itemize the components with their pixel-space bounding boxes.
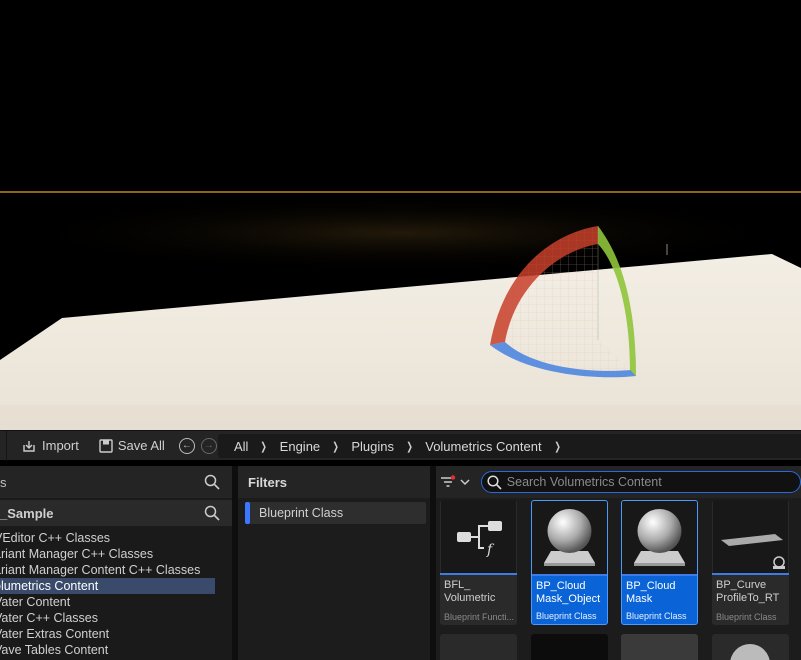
content-browser-toolbar: Import Save All ← → All ❯ Engine ❯ Plugins…	[0, 430, 801, 461]
tree-item[interactable]: Vave Tables Content	[0, 642, 215, 658]
asset-tile[interactable]	[712, 634, 789, 660]
sphere-icon	[730, 644, 770, 660]
tree-item[interactable]: Vater C++ Classes	[0, 610, 215, 626]
asset-type: Blueprint Class	[536, 611, 597, 621]
breadcrumb-item[interactable]: Engine	[275, 439, 325, 454]
chevron-right-icon[interactable]: ❯	[550, 440, 565, 453]
viewport-scene	[0, 191, 801, 430]
project-header[interactable]: _Sample	[0, 500, 232, 526]
filters-panel: Filters Blueprint Class	[238, 466, 430, 660]
search-icon	[487, 474, 502, 490]
level-viewport[interactable]	[0, 0, 801, 430]
sources-header-label: s	[0, 474, 7, 490]
function-library-icon: f	[441, 500, 516, 573]
folder-tree: VEditor C++ Classes ariant Manager C++ C…	[0, 530, 232, 658]
floor-plane	[0, 254, 801, 430]
sphere-icon	[532, 501, 607, 574]
chevron-right-icon[interactable]: ❯	[402, 440, 417, 453]
save-icon	[99, 438, 113, 453]
breadcrumb-item[interactable]: All	[229, 439, 253, 454]
tree-item[interactable]: Vater Content	[0, 594, 215, 610]
filters-title: Filters	[238, 466, 430, 498]
import-button[interactable]: Import	[15, 434, 85, 458]
assets-panel: f BFL_ Volumetric Blueprint Functi...	[436, 466, 801, 660]
breadcrumb-item[interactable]: Volumetrics Content	[420, 439, 546, 454]
import-icon	[23, 440, 35, 452]
filter-item-label: Blueprint Class	[259, 506, 344, 520]
filter-item-blueprint-class[interactable]: Blueprint Class	[245, 502, 426, 524]
tree-item[interactable]: Vater Extras Content	[0, 626, 215, 642]
save-all-button[interactable]: Save All	[93, 434, 171, 458]
asset-tile[interactable]: BP_Curve ProfileTo_RT Blueprint Class	[712, 500, 789, 625]
sources-header: s	[0, 466, 232, 498]
filter-color-bar	[245, 502, 250, 524]
filter-dropdown-button[interactable]	[436, 470, 475, 494]
breadcrumb: All ❯ Engine ❯ Plugins ❯ Volumetrics Conten…	[218, 434, 801, 458]
tree-item-selected[interactable]: olumetrics Content	[0, 578, 215, 594]
asset-type: Blueprint Functi...	[444, 612, 515, 622]
toolbar-divider	[6, 430, 7, 461]
arrow-right-icon: →	[203, 439, 214, 451]
asset-tile-selected[interactable]: BP_Cloud Mask Blueprint Class	[621, 500, 698, 625]
asset-tile-selected[interactable]: BP_Cloud Mask_Object Blueprint Class	[531, 500, 608, 625]
search-icon[interactable]	[204, 474, 220, 490]
editor-window: Import Save All ← → All ❯ Engine ❯ Plugins…	[0, 0, 801, 660]
tree-item[interactable]: ariant Manager Content C++ Classes	[0, 562, 215, 578]
plane-icon	[713, 500, 788, 573]
arrow-left-icon: ←	[181, 439, 192, 451]
svg-text:f: f	[486, 542, 495, 558]
asset-type: Blueprint Class	[716, 612, 777, 622]
asset-type: Blueprint Class	[626, 611, 687, 621]
project-label: _Sample	[0, 505, 54, 521]
tree-item[interactable]: VEditor C++ Classes	[0, 530, 215, 546]
sphere-icon	[622, 501, 697, 574]
breadcrumb-item[interactable]: Plugins	[346, 439, 399, 454]
assets-toolbar	[436, 466, 801, 498]
asset-tile[interactable]	[621, 634, 698, 660]
sources-panel: s _Sample VEditor C++ Classes ariant Man…	[0, 466, 232, 660]
back-button[interactable]: ←	[178, 437, 195, 454]
chevron-down-icon	[460, 479, 470, 486]
chevron-right-icon[interactable]: ❯	[257, 440, 272, 453]
asset-tile[interactable]	[531, 634, 608, 660]
asset-tile[interactable]	[440, 634, 517, 660]
search-icon[interactable]	[204, 505, 220, 521]
asset-search-box[interactable]	[480, 471, 801, 493]
tree-item[interactable]: ariant Manager C++ Classes	[0, 546, 215, 562]
search-input[interactable]	[506, 475, 797, 489]
save-all-label: Save All	[117, 438, 165, 453]
filter-icon	[441, 475, 456, 487]
forward-button[interactable]: →	[200, 437, 217, 454]
chevron-right-icon[interactable]: ❯	[328, 440, 343, 453]
import-label: Import	[42, 438, 79, 453]
asset-tile[interactable]: f BFL_ Volumetric Blueprint Functi...	[440, 500, 517, 625]
